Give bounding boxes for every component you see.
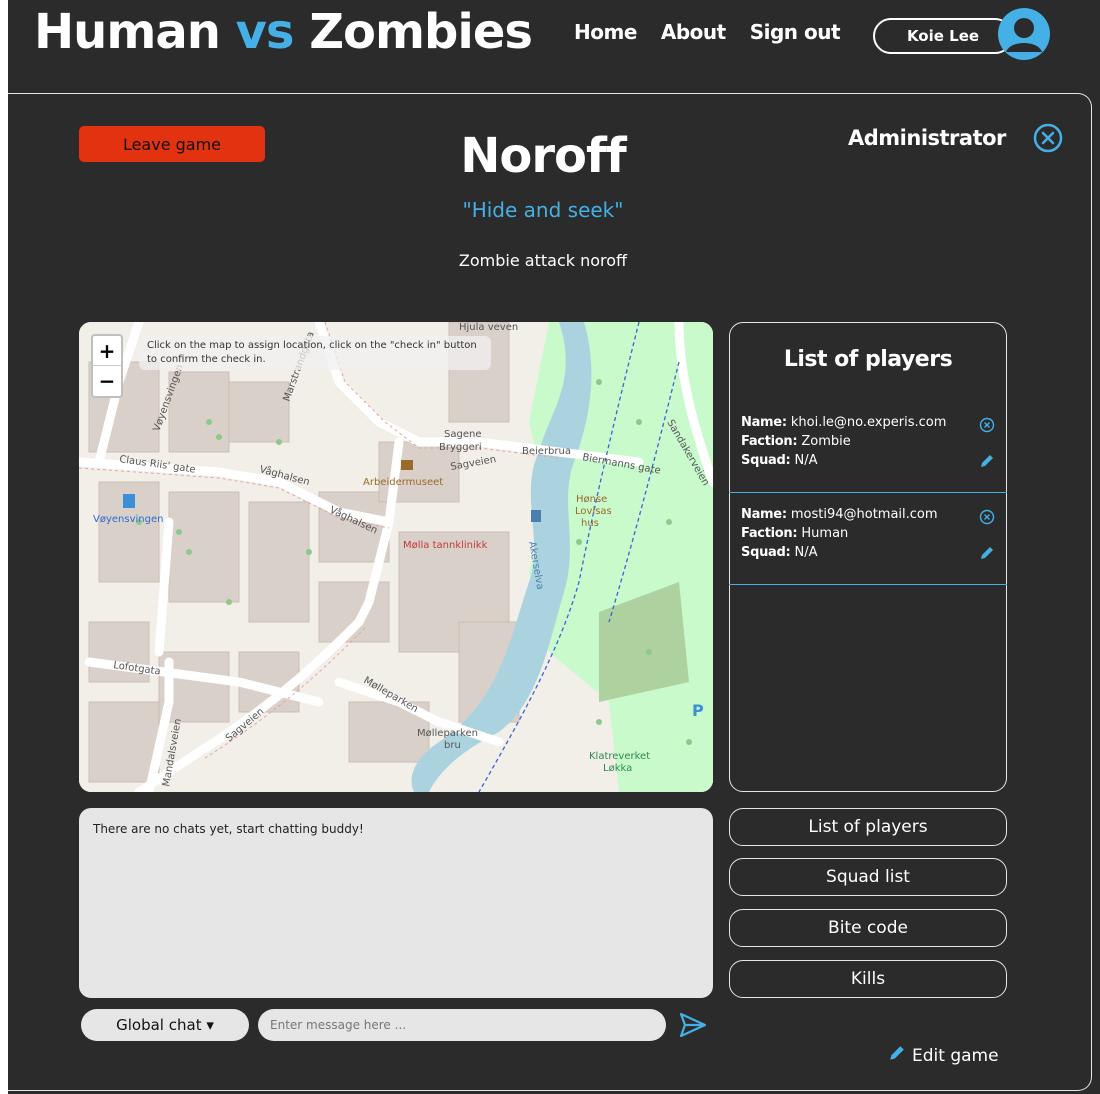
zoom-in-button[interactable]: + xyxy=(93,336,121,366)
svg-text:Beierbrua: Beierbrua xyxy=(522,446,571,457)
svg-text:Arbeidermuseet: Arbeidermuseet xyxy=(363,477,443,488)
leave-game-label: Leave game xyxy=(122,134,222,154)
chat-message-input[interactable] xyxy=(258,1009,666,1041)
edit-player-icon[interactable] xyxy=(979,545,995,561)
map-hint: Click on the map to assign location, cli… xyxy=(139,336,491,370)
chat-channel-select[interactable]: Global chat ▾ xyxy=(81,1009,249,1041)
nav-sign-out[interactable]: Sign out xyxy=(750,20,841,44)
player-name-label: Name: xyxy=(741,507,787,522)
brand-part-vs: vs xyxy=(235,4,295,60)
role-label: Administrator xyxy=(848,126,1006,150)
map-zoom-control: + − xyxy=(91,334,123,398)
player-name-label: Name: xyxy=(741,415,787,430)
nav-about[interactable]: About xyxy=(661,20,726,44)
game-subtitle: "Hide and seek" xyxy=(462,198,624,222)
leave-game-button[interactable]: Leave game xyxy=(79,126,265,162)
user-circle-icon[interactable] xyxy=(998,8,1050,60)
brand-part-human: Human xyxy=(34,4,236,60)
close-circle-icon[interactable] xyxy=(1032,122,1064,154)
chat-empty-text: There are no chats yet, start chatting b… xyxy=(93,822,364,836)
edit-player-icon[interactable] xyxy=(979,453,995,469)
svg-text:Mølla tannklinikk: Mølla tannklinikk xyxy=(403,540,488,551)
game-map[interactable]: Hjula veven Claus Riis' gate Våghalsen V… xyxy=(79,322,713,792)
pencil-icon xyxy=(888,1044,906,1067)
game-description: Zombie attack noroff xyxy=(458,251,628,270)
list-of-players-button[interactable]: List of players xyxy=(729,808,1007,846)
svg-text:Hjula veven: Hjula veven xyxy=(459,322,518,333)
player-faction-label: Faction: xyxy=(741,434,798,449)
player-squad-label: Squad: xyxy=(741,545,791,560)
map-tiles: Hjula veven Claus Riis' gate Våghalsen V… xyxy=(79,322,713,792)
svg-text:Hønse: Hønse xyxy=(576,494,607,505)
chat-messages: There are no chats yet, start chatting b… xyxy=(79,808,713,998)
remove-player-icon[interactable] xyxy=(979,509,995,525)
bite-code-label: Bite code xyxy=(828,918,908,938)
kills-label: Kills xyxy=(850,969,886,989)
nav-home[interactable]: Home xyxy=(574,20,637,44)
svg-text:Lovisas: Lovisas xyxy=(575,506,612,517)
svg-text:Sagene: Sagene xyxy=(444,429,481,440)
svg-text:Mølleparken: Mølleparken xyxy=(417,728,478,739)
user-name: Koie Lee xyxy=(906,27,980,45)
zoom-out-button[interactable]: − xyxy=(93,366,121,396)
edit-game-label: Edit game xyxy=(912,1045,999,1066)
svg-text:Klatreverket: Klatreverket xyxy=(589,751,650,762)
player-faction-label: Faction: xyxy=(741,526,798,541)
player-row: Name: khoi.le@no.experis.com Faction: Zo… xyxy=(729,401,1007,493)
player-faction: Zombie xyxy=(801,434,851,449)
player-faction: Human xyxy=(801,526,849,541)
bite-code-button[interactable]: Bite code xyxy=(729,909,1007,947)
edit-game-button[interactable]: Edit game xyxy=(888,1044,999,1067)
players-list-title: List of players xyxy=(783,347,953,372)
remove-player-icon[interactable] xyxy=(979,417,995,433)
user-name-pill[interactable]: Koie Lee xyxy=(873,18,1013,54)
brand-part-zombies: Zombies xyxy=(293,4,533,60)
player-squad-label: Squad: xyxy=(741,453,791,468)
players-list-panel: List of players Name: khoi.le@no.experis… xyxy=(729,322,1007,792)
svg-text:Løkka: Løkka xyxy=(603,763,632,774)
send-icon[interactable] xyxy=(678,1010,708,1040)
player-name: mosti94@hotmail.com xyxy=(790,507,938,522)
app-page: Human vs Zombies Home About Sign out Koi… xyxy=(8,0,1100,1094)
player-squad: N/A xyxy=(794,453,818,468)
game-title: Noroff xyxy=(460,128,627,184)
brand-logo[interactable]: Human vs Zombies xyxy=(34,4,533,60)
svg-text:Vøyensvingen: Vøyensvingen xyxy=(93,514,163,525)
svg-text:hus: hus xyxy=(581,518,599,529)
squad-list-label: Squad list xyxy=(826,867,910,887)
svg-text:P: P xyxy=(692,701,704,720)
chat-channel-label: Global chat ▾ xyxy=(116,1016,214,1034)
svg-text:bru: bru xyxy=(444,740,461,751)
kills-button[interactable]: Kills xyxy=(729,960,1007,998)
svg-text:Bryggeri: Bryggeri xyxy=(439,442,482,453)
main-nav: Home About Sign out xyxy=(574,20,864,44)
list-of-players-label: List of players xyxy=(808,817,928,837)
squad-list-button[interactable]: Squad list xyxy=(729,858,1007,896)
player-squad: N/A xyxy=(794,545,818,560)
player-name: khoi.le@no.experis.com xyxy=(790,415,947,430)
player-row: Name: mosti94@hotmail.com Faction: Human… xyxy=(729,493,1007,585)
